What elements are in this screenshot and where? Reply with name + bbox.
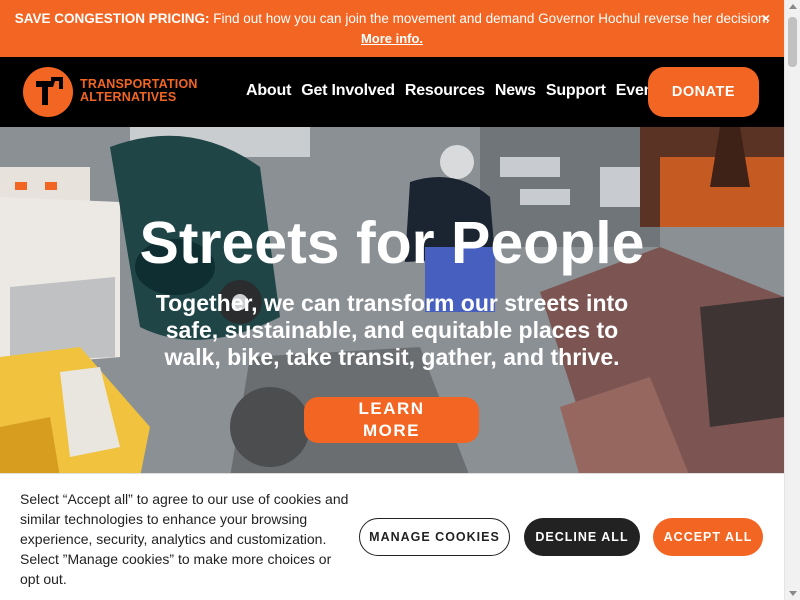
logo-line-2: ALTERNATIVES	[80, 90, 177, 104]
learn-more-button[interactable]: LEARN MORE	[304, 397, 479, 443]
scroll-down-arrow-icon[interactable]	[789, 591, 797, 596]
nav-resources[interactable]: Resources	[405, 82, 485, 100]
logo-text[interactable]: TRANSPORTATION ALTERNATIVES	[80, 78, 198, 104]
accept-all-button[interactable]: ACCEPT ALL	[653, 518, 763, 556]
hero-title: Streets for People	[139, 210, 645, 276]
manage-cookies-button[interactable]: MANAGE COOKIES	[359, 518, 510, 556]
hero-section: Streets for People Together, we can tran…	[0, 127, 784, 477]
nav-support[interactable]: Support	[546, 82, 606, 100]
hero-subtitle: Together, we can transform our streets i…	[155, 290, 629, 370]
ta-logo-icon[interactable]	[23, 67, 73, 117]
decline-all-button[interactable]: DECLINE ALL	[524, 518, 640, 556]
donate-button[interactable]: DONATE	[648, 67, 759, 117]
alert-banner: SAVE CONGESTION PRICING: Find out how yo…	[0, 0, 784, 57]
nav-get-involved[interactable]: Get Involved	[301, 82, 395, 100]
site-header: TRANSPORTATION ALTERNATIVES About Get In…	[0, 57, 784, 127]
close-icon[interactable]: ×	[762, 8, 770, 28]
cookie-banner: Select “Accept all” to agree to our use …	[0, 473, 784, 600]
learn-more-line-1: LEARN	[358, 399, 425, 418]
main-nav: About Get Involved Resources News Suppor…	[246, 82, 667, 100]
alert-text: Find out how you can join the movement a…	[209, 11, 770, 26]
vertical-scrollbar[interactable]	[784, 0, 800, 600]
alert-more-info-link[interactable]: More info.	[361, 29, 423, 49]
learn-more-line-2: MORE	[363, 421, 420, 440]
alert-strong: SAVE CONGESTION PRICING:	[14, 11, 210, 26]
nav-about[interactable]: About	[246, 82, 291, 100]
scroll-up-arrow-icon[interactable]	[789, 4, 797, 9]
scroll-thumb[interactable]	[788, 17, 797, 67]
nav-news[interactable]: News	[495, 82, 536, 100]
cookie-text: Select “Accept all” to agree to our use …	[20, 491, 349, 587]
alert-message: SAVE CONGESTION PRICING: Find out how yo…	[0, 9, 784, 29]
